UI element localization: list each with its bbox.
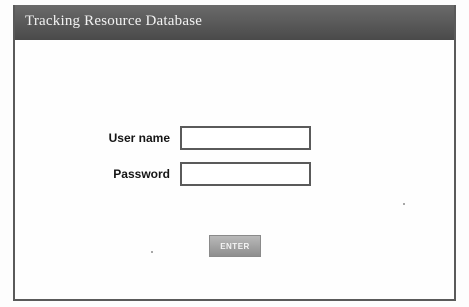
password-input[interactable] — [180, 162, 311, 186]
password-row: Password — [15, 162, 311, 186]
scan-speck — [151, 251, 153, 253]
username-input[interactable] — [180, 126, 311, 150]
password-label: Password — [113, 167, 170, 181]
login-panel: User name Password ENTER — [15, 40, 454, 299]
window-title: Tracking Resource Database — [15, 5, 454, 40]
scan-speck — [403, 203, 405, 205]
username-label: User name — [108, 131, 170, 145]
login-window: Tracking Resource Database User name Pas… — [13, 5, 456, 301]
enter-button[interactable]: ENTER — [209, 235, 261, 257]
username-row: User name — [15, 126, 311, 150]
